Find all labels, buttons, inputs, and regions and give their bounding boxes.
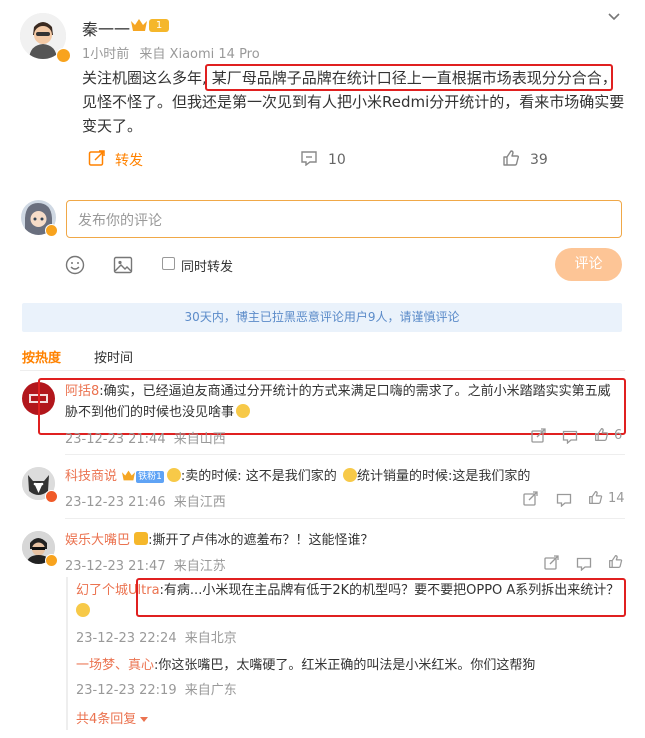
author-name[interactable]: 秦一一	[82, 16, 130, 40]
like-count: 39	[530, 152, 548, 168]
more-replies-link[interactable]: 共4条回复	[76, 708, 149, 727]
comment-like-icon[interactable]	[594, 427, 609, 446]
verified-badge-icon	[56, 48, 71, 63]
post-text-before: 关注机圈这么多年,	[82, 69, 207, 87]
repost-checkbox[interactable]	[162, 257, 175, 270]
submit-comment-button[interactable]: 评论	[555, 248, 622, 281]
crown-icon	[121, 468, 136, 489]
comment-author[interactable]: 科技商说	[65, 469, 117, 484]
reply-time: 23-12-23 22:19	[76, 683, 177, 698]
comment-share-icon[interactable]	[544, 555, 559, 574]
comment-time: 23-12-23 21:44	[65, 432, 166, 447]
post-menu-chevron-icon[interactable]	[606, 9, 622, 29]
comment-button[interactable]: 10	[300, 150, 346, 170]
reply-author[interactable]: 一场梦、真心	[76, 658, 154, 673]
comment-location: 来自江西	[173, 495, 226, 510]
comment-text: 娱乐大嘴巴 :撕开了卢伟冰的遮羞布？！这能怪谁？	[65, 530, 620, 551]
reply-location: 来自广东	[184, 683, 237, 698]
post-time: 1小时前	[82, 47, 130, 62]
comment-body: :撕开了卢伟冰的遮羞布？！这能怪谁？	[148, 533, 374, 548]
reply-text: 一场梦、真心:你这张嘴巴，太嘴硬了。红米正确的叫法是小米红米。你们这帮狗	[76, 655, 621, 676]
submit-comment-label: 评论	[574, 256, 603, 272]
verified-badge-small-icon	[45, 554, 58, 567]
comment-author[interactable]: 娱乐大嘴巴	[65, 533, 130, 548]
reply-time: 23-12-23 22:24	[76, 631, 177, 646]
repost-button[interactable]: 转发	[88, 149, 143, 171]
like-button[interactable]: 39	[502, 149, 548, 171]
caret-down-icon	[140, 717, 149, 722]
notice-text: 30天内，博主已拉黑恶意评论用户9人，请谨慎评论	[184, 310, 460, 324]
image-icon[interactable]	[113, 255, 133, 279]
more-replies-label: 共4条回复	[76, 712, 137, 727]
verified-badge-small-icon	[45, 490, 58, 503]
highlight-box	[38, 378, 626, 435]
comment-time: 23-12-23 21:47	[65, 559, 166, 574]
comment-like-count: 14	[608, 491, 625, 506]
reply-location: 来自北京	[184, 631, 237, 646]
level-badge: 1	[149, 19, 169, 32]
thumbs-up-icon	[502, 149, 520, 171]
comment-like-icon[interactable]	[608, 554, 623, 573]
crown-icon	[130, 17, 148, 37]
fan-badge: 铁粉1	[136, 471, 164, 483]
fan-badge-icon	[134, 532, 149, 545]
comment-location: 来自山西	[173, 432, 226, 447]
notice-banner: 30天内，博主已拉黑恶意评论用户9人，请谨慎评论	[22, 303, 622, 332]
comment-location: 来自江苏	[173, 559, 226, 574]
comment-like-icon[interactable]	[588, 490, 603, 509]
comment-count: 10	[328, 152, 346, 168]
comment-reply-icon[interactable]	[562, 429, 578, 448]
comment-share-icon[interactable]	[531, 428, 546, 447]
verified-badge-small-icon	[45, 224, 58, 237]
comment-icon	[300, 150, 318, 170]
comment-reply-icon[interactable]	[576, 556, 592, 575]
repost-label: 转发	[115, 153, 143, 169]
comment-body-2: 统计销量的时候:这是我们家的	[356, 469, 531, 484]
comment-input-placeholder: 发布你的评论	[78, 213, 162, 229]
comment-share-icon[interactable]	[523, 491, 538, 510]
highlight-box	[136, 578, 626, 617]
repost-icon	[88, 149, 106, 171]
comment-time: 23-12-23 21:46	[65, 495, 166, 510]
reply-body: :你这张嘴巴，太嘴硬了。红米正确的叫法是小米红米。你们这帮狗	[154, 658, 536, 673]
emoji-icon[interactable]	[65, 255, 85, 279]
comment-body: :卖的时候: 这不是我们家的	[180, 469, 337, 484]
tab-sort-hot[interactable]: 按热度	[22, 347, 61, 366]
tab-sort-time[interactable]: 按时间	[94, 347, 133, 366]
repost-checkbox-label: 同时转发	[181, 260, 234, 275]
comment-input[interactable]: 发布你的评论	[66, 200, 622, 238]
post-source: 来自 Xiaomi 14 Pro	[139, 47, 260, 62]
comment-like-count: 6	[614, 428, 623, 443]
face-emoji-icon	[166, 468, 181, 482]
comment-reply-icon[interactable]	[556, 492, 572, 511]
face-emoji-icon	[342, 468, 357, 482]
grin-emoji-icon	[76, 603, 90, 617]
comment-text: 科技商说 铁粉1 :卖的时候: 这不是我们家的 统计销量的时候:这是我们家的	[65, 466, 620, 489]
highlight-box	[205, 64, 613, 91]
